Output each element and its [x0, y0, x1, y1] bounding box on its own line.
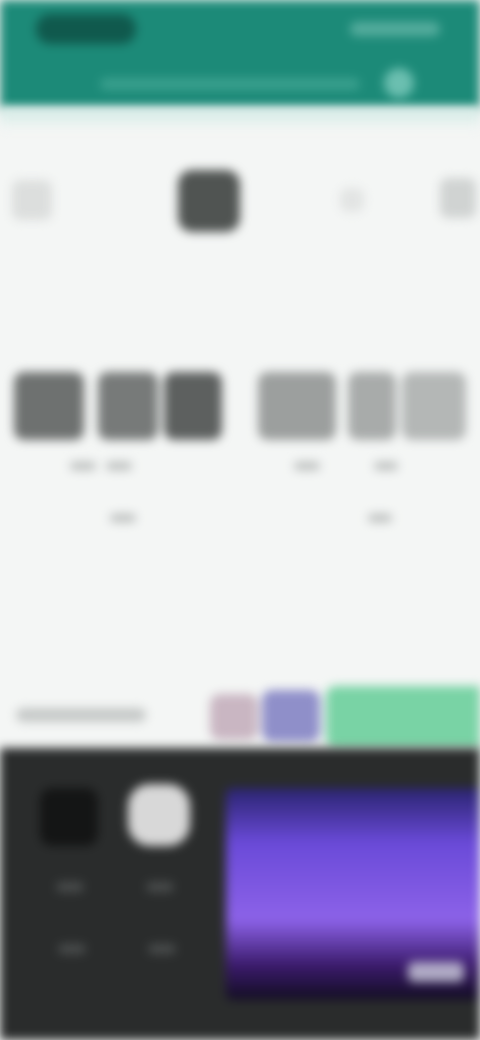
clock-icon[interactable]: [178, 170, 240, 232]
digit-tile-5[interactable]: [348, 372, 396, 440]
digit-label: [70, 462, 96, 470]
bottom-strip: [0, 686, 480, 748]
confirm-button[interactable]: [326, 686, 480, 748]
thumbnail-chip[interactable]: [210, 694, 258, 740]
app-bar: [0, 0, 480, 108]
digit-tile-3[interactable]: [164, 372, 222, 440]
digit-label: [106, 462, 132, 470]
forward-icon[interactable]: [440, 178, 476, 218]
separator-icon: [340, 188, 364, 212]
forward-icon[interactable]: [146, 882, 174, 892]
digit-row: [14, 372, 470, 522]
app-bar-shadow: [0, 108, 480, 130]
fullscreen-icon[interactable]: [148, 944, 176, 954]
digit-tile-6[interactable]: [402, 372, 466, 440]
digit-label: [368, 514, 392, 522]
digit-label: [294, 462, 320, 470]
video-caption: [408, 962, 464, 982]
play-icon[interactable]: [128, 784, 190, 846]
back-icon[interactable]: [12, 180, 52, 220]
digit-tile-4[interactable]: [258, 372, 336, 440]
digit-tile-1[interactable]: [14, 372, 84, 440]
status-icons: [350, 22, 440, 36]
rewind-icon[interactable]: [56, 882, 84, 892]
settings-icon[interactable]: [384, 68, 414, 98]
app-bar-subtitle: [100, 78, 360, 90]
video-preview[interactable]: [226, 788, 480, 1000]
stop-icon[interactable]: [40, 788, 98, 846]
media-panel: [0, 748, 480, 1040]
thumbnail-chip[interactable]: [262, 690, 320, 742]
digit-label: [374, 462, 398, 470]
volume-icon[interactable]: [58, 944, 86, 954]
status-time-pill: [36, 14, 136, 44]
strip-text-placeholder: [16, 708, 146, 722]
digit-label: [110, 514, 136, 522]
digit-tile-2[interactable]: [98, 372, 158, 440]
